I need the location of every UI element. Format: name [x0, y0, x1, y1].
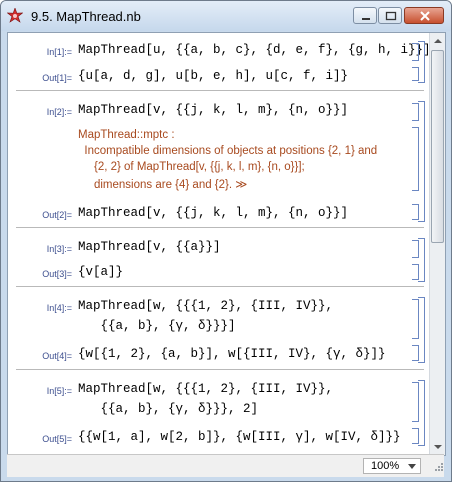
output-code[interactable]: {w[{1, 2}, {a, b}], w[{III, IV}, {γ, δ}]…	[78, 347, 386, 361]
vertical-scrollbar[interactable]	[429, 33, 445, 455]
group-bracket[interactable]	[418, 238, 425, 282]
cell-divider	[16, 369, 424, 370]
window-title: 9.5. MapThread.nb	[31, 9, 141, 24]
cell-divider	[16, 90, 424, 91]
minimize-button[interactable]	[353, 7, 377, 24]
input-label: In[4]:=	[46, 303, 72, 313]
status-bar: 100%	[7, 454, 444, 477]
scroll-down-arrow-icon[interactable]	[431, 440, 445, 454]
close-icon	[420, 11, 430, 21]
zoom-selector[interactable]: 100%	[363, 458, 421, 474]
output-label: Out[3]=	[42, 269, 72, 279]
zoom-value: 100%	[371, 460, 400, 472]
input-code[interactable]: MapThread[v, {{a}}]	[78, 240, 221, 254]
minimize-icon	[362, 18, 370, 20]
error-message-line: Incompatible dimensions of objects at po…	[78, 145, 378, 157]
output-label: Out[5]=	[42, 434, 72, 444]
maximize-button[interactable]	[378, 7, 402, 24]
notebook-window: 9.5. MapThread.nb In[1]:= MapThread[u, {…	[0, 0, 452, 482]
input-code-line[interactable]: {{a, b}, {γ, δ}}}, 2]	[78, 402, 259, 416]
output-label: Out[1]=	[42, 73, 72, 83]
mathematica-star-icon	[7, 8, 23, 23]
output-code[interactable]: {{w[1, a], w[2, b]}, {w[III, γ], w[IV, δ…	[78, 430, 401, 444]
cell-divider	[16, 227, 424, 228]
chevron-down-icon	[408, 464, 416, 469]
output-label: Out[2]=	[42, 210, 72, 220]
input-label: In[3]:=	[46, 244, 72, 254]
group-bracket[interactable]	[418, 101, 425, 222]
input-code-line[interactable]: {{a, b}, {γ, δ}}}]	[78, 319, 236, 333]
input-label: In[5]:=	[46, 386, 72, 396]
scrollbar-thumb[interactable]	[431, 50, 444, 243]
resize-grip-icon[interactable]	[434, 462, 444, 472]
input-code-line[interactable]: MapThread[w, {{{1, 2}, {III, IV}},	[78, 382, 333, 396]
group-bracket[interactable]	[418, 380, 425, 446]
close-button[interactable]	[404, 7, 444, 24]
scroll-up-arrow-icon[interactable]	[431, 34, 445, 48]
group-bracket[interactable]	[418, 41, 425, 83]
output-code[interactable]: {u[a, d, g], u[b, e, h], u[c, f, i]}	[78, 69, 348, 83]
input-label: In[1]:=	[46, 47, 72, 57]
output-code[interactable]: MapThread[v, {{j, k, l, m}, {n, o}}]	[78, 206, 348, 220]
output-code[interactable]: {v[a]}	[78, 265, 123, 279]
maximize-icon	[385, 11, 397, 21]
input-code[interactable]: MapThread[u, {{a, b, c}, {d, e, f}, {g, …	[78, 43, 431, 57]
output-label: Out[4]=	[42, 351, 72, 361]
error-message-line: MapThread::mptc :	[78, 129, 175, 141]
cell-divider	[16, 286, 424, 287]
group-bracket[interactable]	[418, 297, 425, 363]
input-code-line[interactable]: MapThread[w, {{{1, 2}, {III, IV}},	[78, 299, 333, 313]
error-message-line: {2, 2} of MapThread[v, {{j, k, l, m}, {n…	[78, 161, 305, 173]
input-label: In[2]:=	[46, 107, 72, 117]
notebook-content[interactable]: In[1]:= MapThread[u, {{a, b, c}, {d, e, …	[7, 32, 446, 456]
error-message-line[interactable]: dimensions are {4} and {2}. ≫	[78, 177, 247, 191]
input-code[interactable]: MapThread[v, {{j, k, l, m}, {n, o}}]	[78, 103, 348, 117]
title-bar[interactable]: 9.5. MapThread.nb	[1, 1, 451, 31]
